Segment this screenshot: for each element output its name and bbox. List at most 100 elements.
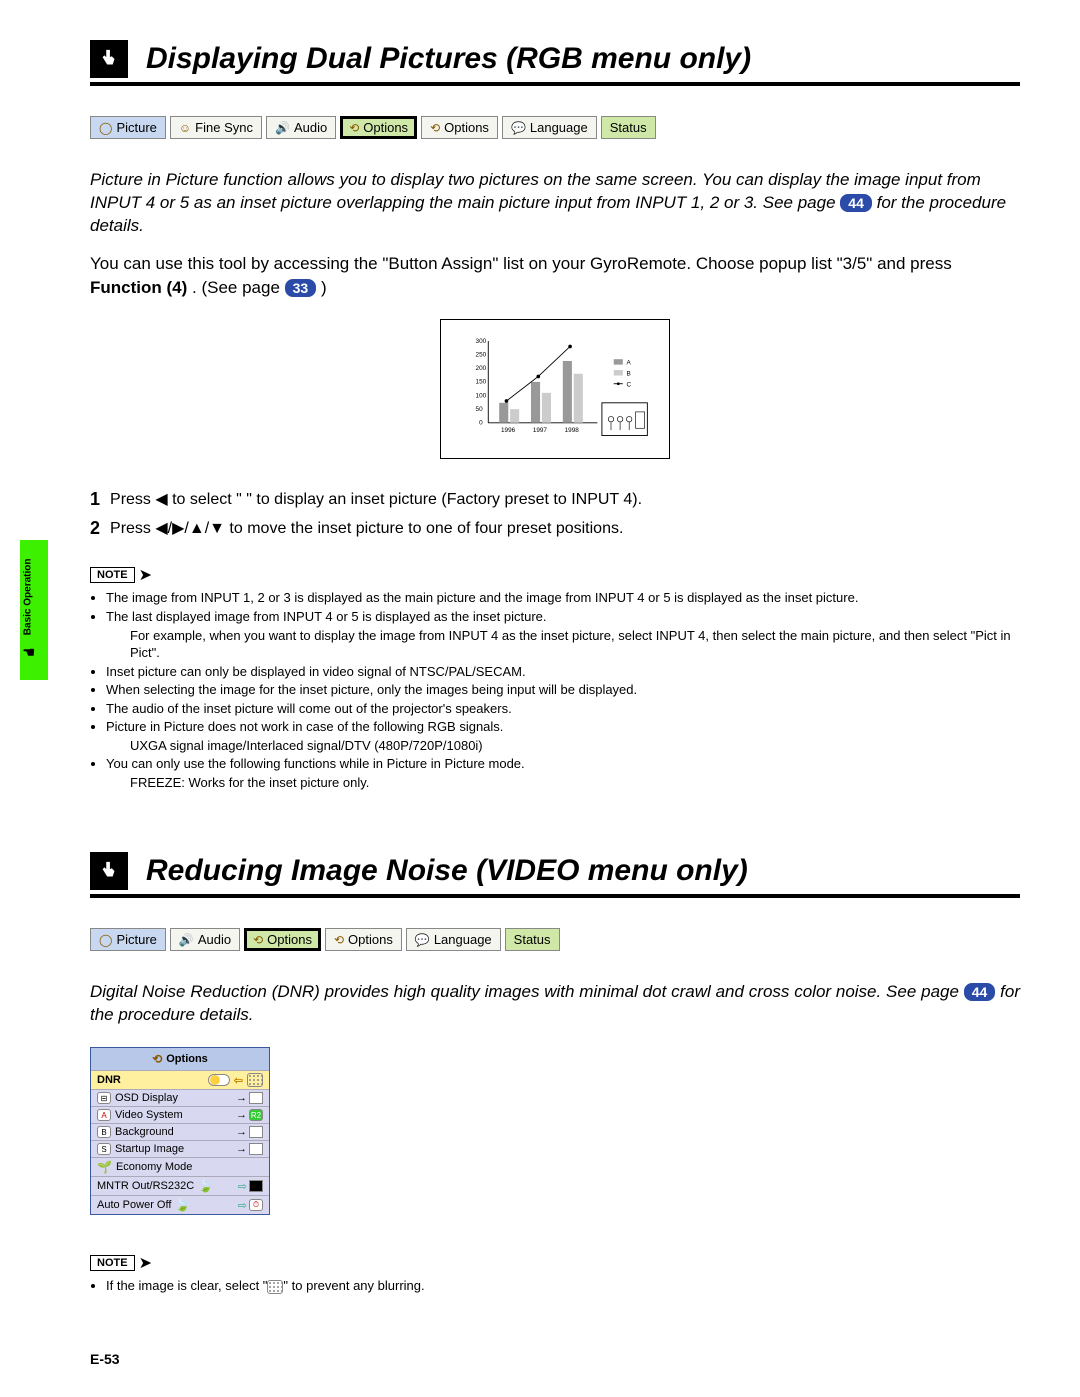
square-icon <box>249 1180 263 1192</box>
menu-picture[interactable]: ◯ Picture <box>90 116 166 139</box>
language-icon: 💬 <box>511 121 526 135</box>
svg-text:50: 50 <box>476 406 484 413</box>
panel-title: Options <box>166 1053 208 1065</box>
section2-title: Reducing Image Noise (VIDEO menu only) <box>146 854 748 888</box>
antenna-icon: A <box>97 1109 111 1121</box>
s-icon: S <box>97 1143 111 1155</box>
body-text: . (See page <box>192 278 285 297</box>
note-header: NOTE ➤ <box>90 565 152 585</box>
page-number: E-53 <box>90 1351 120 1367</box>
clock-icon: ⏱ <box>249 1199 263 1211</box>
svg-text:250: 250 <box>476 352 487 359</box>
osd-icon: ⊟ <box>97 1092 111 1104</box>
note-item: When selecting the image for the inset p… <box>106 681 1020 699</box>
menu-fine-sync[interactable]: ☺Fine Sync <box>170 116 262 139</box>
page-ref: 44 <box>840 194 872 212</box>
square-icon <box>249 1092 263 1104</box>
menu-options-2[interactable]: ⟲ Options <box>325 928 402 951</box>
svg-text:A: A <box>626 360 631 367</box>
options-icon: ⟲ <box>253 933 263 947</box>
section1-notes: The image from INPUT 1, 2 or 3 is displa… <box>90 589 1020 791</box>
arrow-icon: ➤ <box>139 565 152 585</box>
arrow-right-icon: ⇨ <box>238 1180 247 1193</box>
panel-row-startup[interactable]: SStartup Image → <box>91 1140 269 1157</box>
dotted-icon <box>267 1280 283 1294</box>
intro-text: Digital Noise Reduction (DNR) provides h… <box>90 982 964 1001</box>
svg-text:150: 150 <box>476 379 487 386</box>
audio-icon: 🔊 <box>179 933 194 947</box>
leaf-icon: 🌱 <box>97 1160 112 1174</box>
menu-label: Language <box>434 932 492 947</box>
section2-intro: Digital Noise Reduction (DNR) provides h… <box>90 981 1020 1027</box>
menu-status[interactable]: Status <box>601 116 656 139</box>
step-number: 1 <box>90 489 100 510</box>
b-icon: B <box>97 1126 111 1138</box>
panel-row-osd[interactable]: ⊟OSD Display → <box>91 1089 269 1106</box>
options-icon: ⟲ <box>334 933 344 947</box>
leaf-icon: 🍃 <box>175 1198 190 1212</box>
note-label: NOTE <box>90 567 135 583</box>
svg-text:200: 200 <box>476 365 487 372</box>
leaf-icon: 🍃 <box>198 1179 213 1193</box>
panel-row-economy[interactable]: 🌱Economy Mode <box>91 1157 269 1176</box>
panel-header: ⟲ Options <box>91 1048 269 1070</box>
menu-language[interactable]: 💬 Language <box>502 116 597 139</box>
dotted-icon <box>247 1073 263 1087</box>
toggle-icon <box>208 1074 230 1086</box>
step-2: 2 Press ◀/▶/▲/▼ to move the inset pictur… <box>90 518 1020 539</box>
body-bold: Function (4) <box>90 278 187 297</box>
row-label: Video System <box>115 1109 183 1121</box>
panel-row-dnr[interactable]: DNR ⇦ <box>91 1070 269 1089</box>
menu-options-1[interactable]: ⟲Options <box>244 928 321 951</box>
svg-text:C: C <box>626 382 631 389</box>
panel-row-video[interactable]: AVideo System →R2 <box>91 1106 269 1123</box>
section2-menu-bar: ◯Picture 🔊Audio ⟲Options ⟲Options 💬Langu… <box>90 928 1020 951</box>
menu-label: Picture <box>116 932 156 947</box>
panel-row-autopower[interactable]: Auto Power Off🍃 ⇨⏱ <box>91 1195 269 1214</box>
menu-audio[interactable]: 🔊 Audio <box>170 928 240 951</box>
step-number: 2 <box>90 518 100 539</box>
side-tab: ☚ Basic Operation <box>20 540 48 680</box>
arrow-right-icon: → <box>236 1143 247 1155</box>
row-label: DNR <box>97 1074 121 1086</box>
menu-label: Options <box>348 932 393 947</box>
menu-language[interactable]: 💬Language <box>406 928 501 951</box>
audio-icon: 🔊 <box>275 121 290 135</box>
note-item: FREEZE: Works for the inset picture only… <box>130 774 1020 792</box>
section2-notes: If the image is clear, select "" to prev… <box>90 1277 1020 1295</box>
picture-icon: ◯ <box>99 933 112 947</box>
menu-picture[interactable]: ◯ Picture <box>90 928 166 951</box>
svg-text:B: B <box>626 371 630 378</box>
panel-row-mntr[interactable]: MNTR Out/RS232C🍃 ⇨ <box>91 1176 269 1195</box>
menu-audio[interactable]: 🔊 Audio <box>266 116 336 139</box>
hand-icon: ☚ <box>22 644 35 661</box>
menu-label: Picture <box>116 120 156 135</box>
note-item: You can only use the following functions… <box>106 755 1020 773</box>
menu-label: Language <box>530 120 588 135</box>
menu-label: Audio <box>198 932 231 947</box>
step-text: Press ◀ to select " " to display an inse… <box>110 489 642 510</box>
panel-row-background[interactable]: BBackground → <box>91 1123 269 1140</box>
menu-options-2[interactable]: ⟲Options <box>421 116 498 139</box>
menu-label: Audio <box>294 120 327 135</box>
picture-icon: ◯ <box>99 121 112 135</box>
page-ref: 33 <box>285 279 317 297</box>
menu-label: Status <box>514 932 551 947</box>
options-icon: ⟲ <box>430 121 440 135</box>
note-item: If the image is clear, select "" to prev… <box>106 1277 1020 1295</box>
section1-body: You can use this tool by accessing the "… <box>90 252 1020 300</box>
menu-options-1[interactable]: ⟲Options <box>340 116 417 139</box>
arrow-left-icon: ⇦ <box>234 1074 243 1087</box>
pointer-icon <box>90 852 128 890</box>
menu-status[interactable]: Status <box>505 928 560 951</box>
svg-text:1997: 1997 <box>533 427 548 434</box>
body-text: You can use this tool by accessing the "… <box>90 254 952 273</box>
row-label: Background <box>115 1126 174 1138</box>
options-icon: ⟲ <box>152 1052 162 1066</box>
arrow-right-icon: → <box>236 1109 247 1121</box>
options-panel: ⟲ Options DNR ⇦ ⊟OSD Display → A Video Sy… <box>90 1047 270 1215</box>
menu-label: Fine Sync <box>195 120 253 135</box>
arrow-right-icon: ⇨ <box>238 1199 247 1212</box>
note-item: For example, when you want to display th… <box>130 627 1020 662</box>
section1-menu-bar: ◯ Picture ☺Fine Sync 🔊 Audio ⟲Options ⟲Opt… <box>90 116 1020 139</box>
